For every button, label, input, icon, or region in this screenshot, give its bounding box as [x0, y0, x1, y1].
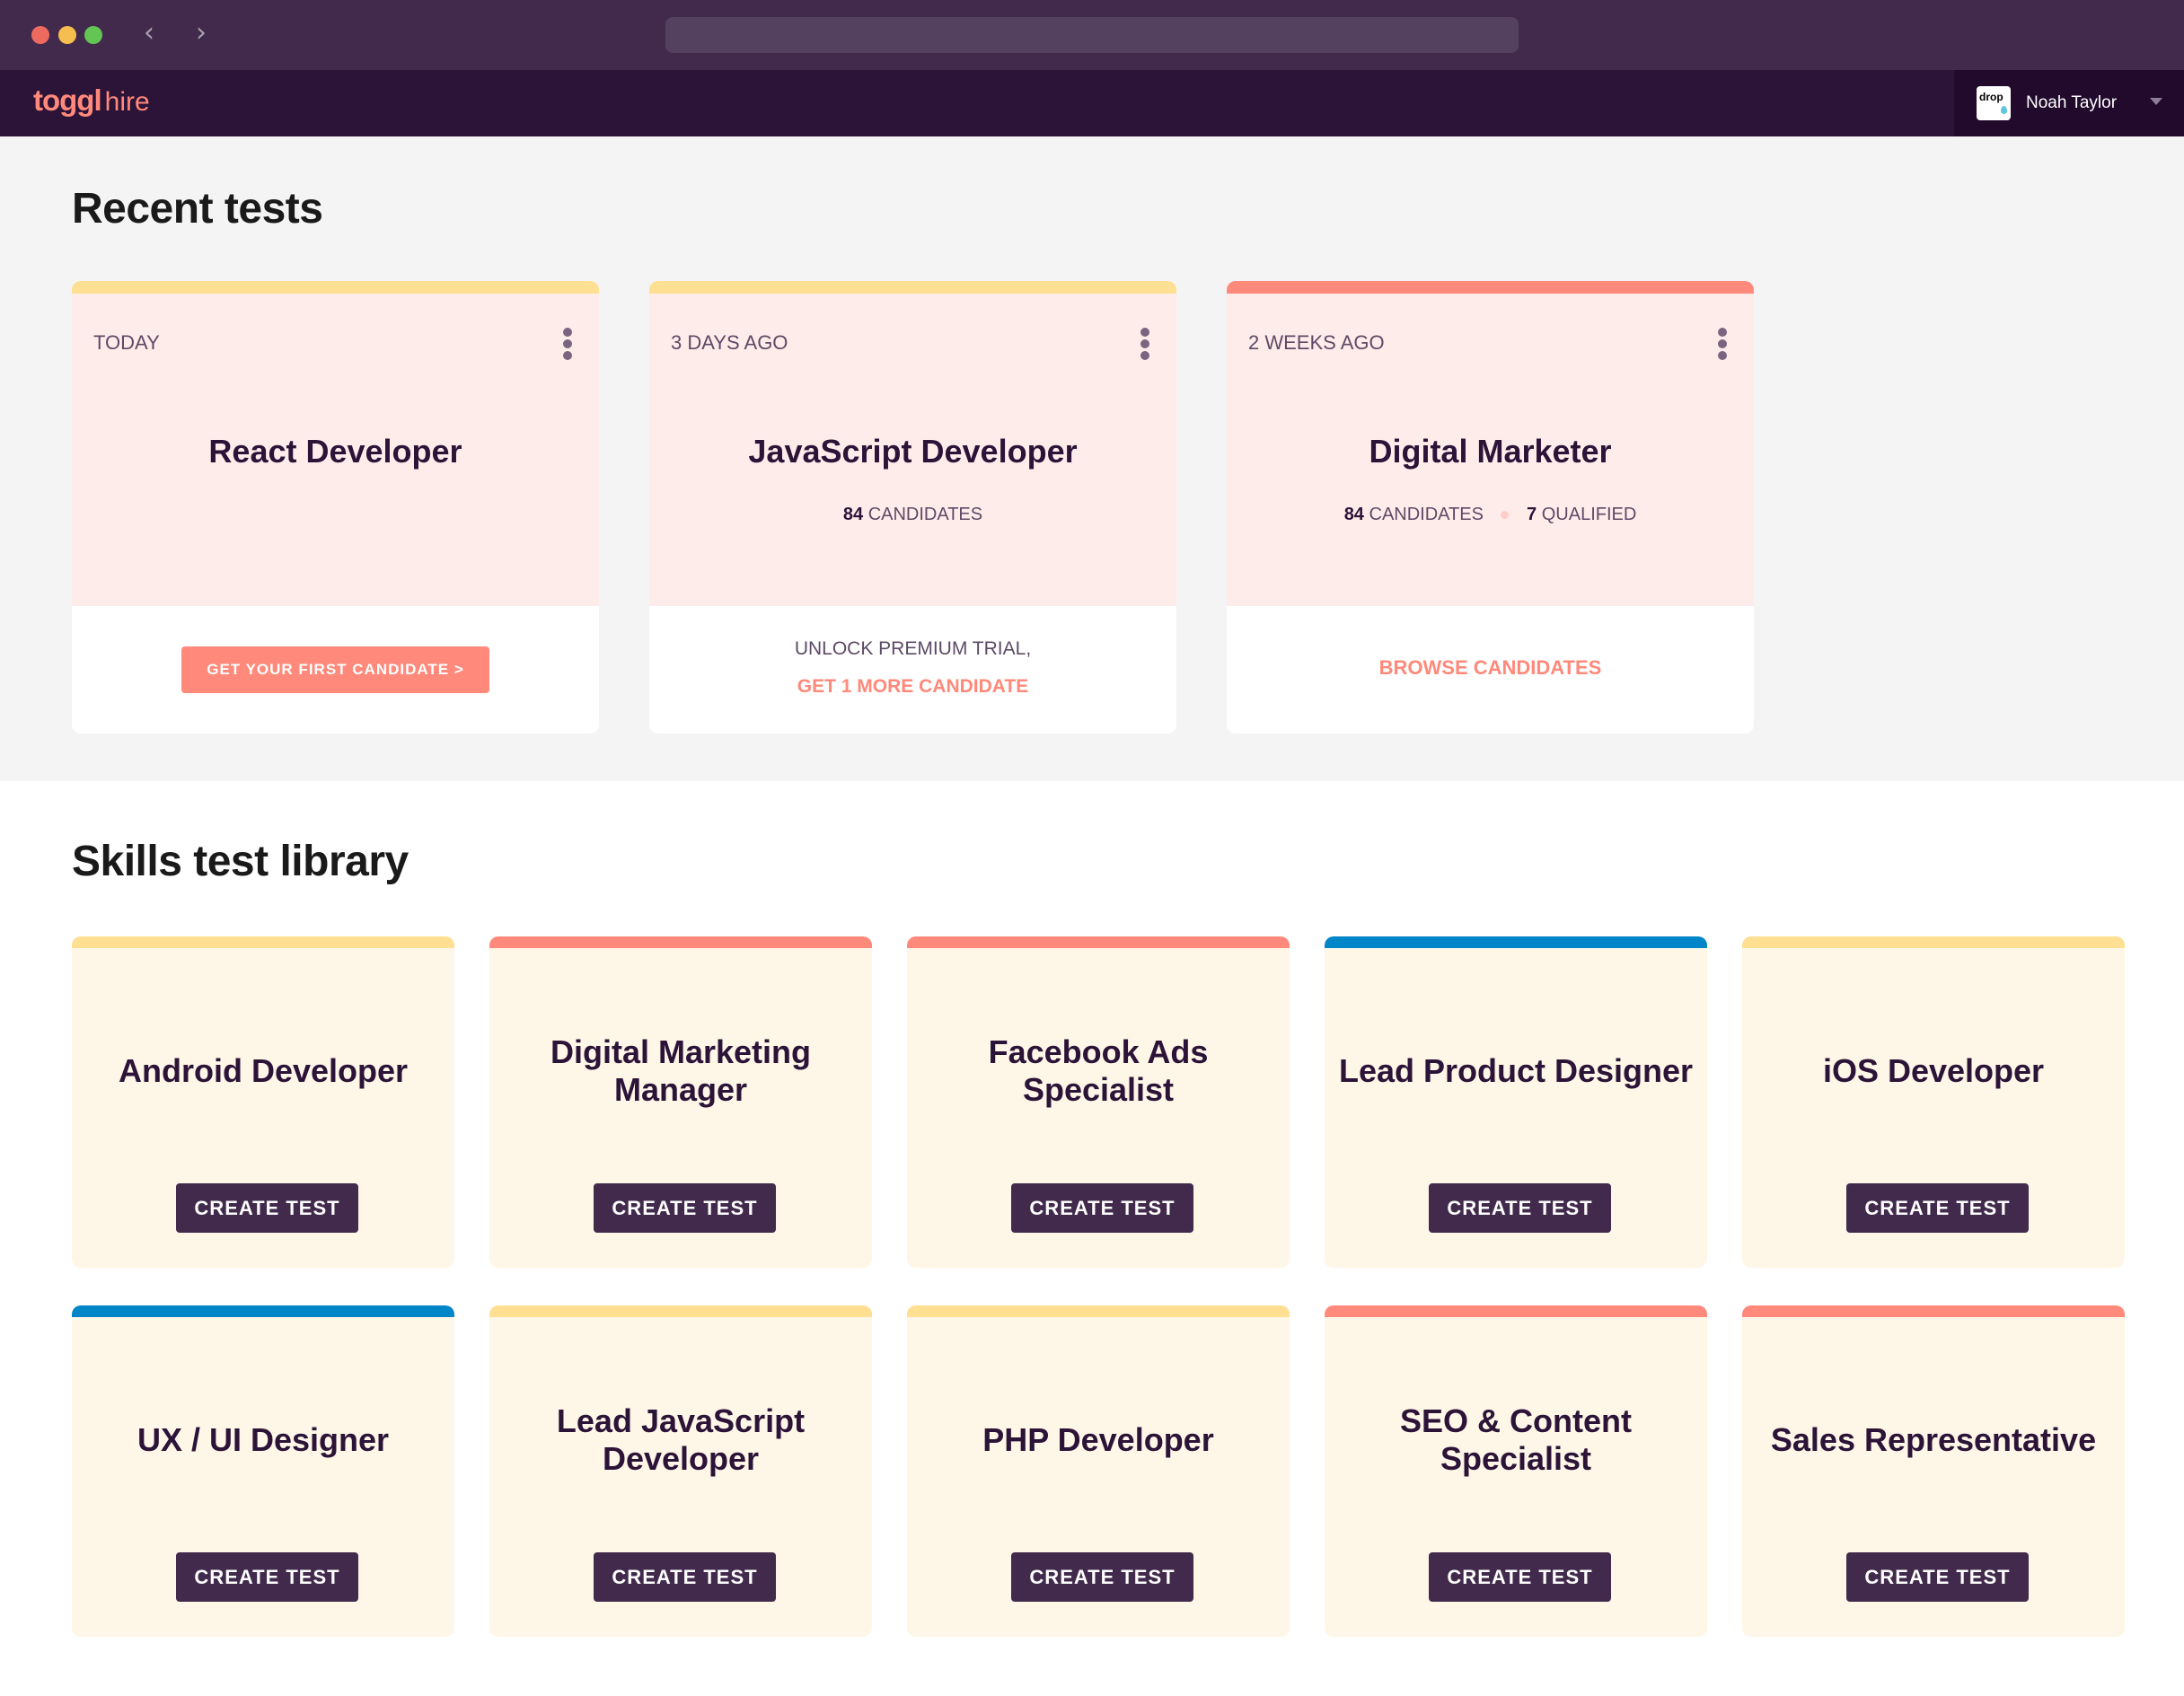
test-stats: 84 CANDIDATES 7 QUALIFIED: [1227, 505, 1754, 525]
toggl-hire-logo[interactable]: toggl hire: [33, 83, 150, 119]
library-test-card[interactable]: Digital Marketing Manager CREATE TEST: [489, 936, 872, 1268]
library-test-card[interactable]: SEO & Content Specialist CREATE TEST: [1325, 1305, 1707, 1637]
test-title: SEO & Content Specialist: [1400, 1402, 1632, 1477]
library-test-card[interactable]: Facebook Ads Specialist CREATE TEST: [907, 936, 1290, 1268]
candidates-label: CANDIDATES: [1369, 505, 1484, 524]
test-name: JavaScript Developer: [748, 433, 1078, 470]
get-first-candidate-button[interactable]: GET YOUR FIRST CANDIDATE >: [181, 646, 489, 693]
card-accent-bar: [1742, 936, 2125, 948]
candidates-count: 84: [1343, 505, 1364, 524]
recent-tests-heading: Recent tests: [72, 185, 323, 233]
test-stats: 84 CANDIDATES: [649, 505, 1176, 525]
card-accent-bar: [1325, 1305, 1707, 1317]
test-date: 3 DAYS AGO: [671, 331, 788, 354]
recent-test-card[interactable]: 3 DAYS AGO JavaScript Developer 84 CANDI…: [649, 281, 1176, 734]
card-body: TODAY React Developer: [72, 294, 599, 606]
logo-brand: toggl: [33, 83, 102, 117]
test-title: Android Developer: [118, 1052, 409, 1089]
test-title: UX / UI Designer: [136, 1421, 390, 1458]
close-window-button[interactable]: [31, 26, 49, 44]
library-test-card[interactable]: Lead Product Designer CREATE TEST: [1325, 936, 1707, 1268]
test-title: PHP Developer: [982, 1421, 1214, 1458]
logo-product: hire: [104, 87, 150, 117]
card-body: 3 DAYS AGO JavaScript Developer 84 CANDI…: [649, 294, 1176, 606]
browser-titlebar: ‹ ›: [0, 0, 2184, 70]
library-test-card[interactable]: iOS Developer CREATE TEST: [1742, 936, 2125, 1268]
card-accent-bar: [1742, 1305, 2125, 1317]
card-footer: UNLOCK PREMIUM TRIAL, GET 1 MORE CANDIDA…: [649, 606, 1176, 734]
recent-test-card[interactable]: TODAY React Developer GET YOUR FIRST CAN…: [72, 281, 599, 734]
card-body: 2 WEEKS AGO Digital Marketer 84 CANDIDAT…: [1227, 294, 1754, 606]
minimize-window-button[interactable]: [58, 26, 76, 44]
library-test-card[interactable]: Lead JavaScript Developer CREATE TEST: [489, 1305, 872, 1637]
card-accent-bar: [907, 936, 1290, 948]
card-accent-bar: [489, 1305, 872, 1317]
test-name: Digital Marketer: [1369, 433, 1612, 470]
card-footer: BROWSE CANDIDATES: [1227, 606, 1754, 734]
create-test-button[interactable]: CREATE TEST: [1429, 1183, 1611, 1233]
candidates-label: CANDIDATES: [867, 505, 983, 524]
create-test-button[interactable]: CREATE TEST: [176, 1183, 358, 1233]
app-header: [0, 70, 2184, 136]
test-title: Lead Product Designer: [1338, 1052, 1694, 1089]
test-title: Facebook Ads Specialist: [988, 1033, 1209, 1108]
avatar-text: drop: [1979, 91, 2003, 103]
create-test-button[interactable]: CREATE TEST: [1429, 1552, 1611, 1602]
create-test-button[interactable]: CREATE TEST: [176, 1552, 358, 1602]
droplet-icon: [2001, 106, 2007, 114]
library-test-card[interactable]: UX / UI Designer CREATE TEST: [72, 1305, 454, 1637]
card-accent-bar: [489, 936, 872, 948]
card-accent-bar: [649, 281, 1176, 294]
card-accent-bar: [72, 281, 599, 294]
create-test-button[interactable]: CREATE TEST: [1011, 1183, 1193, 1233]
card-accent-bar: [907, 1305, 1290, 1317]
create-test-button[interactable]: CREATE TEST: [594, 1552, 776, 1602]
create-test-button[interactable]: CREATE TEST: [1846, 1552, 2029, 1602]
candidates-count: 84: [842, 505, 864, 524]
test-title: Digital Marketing Manager: [550, 1033, 812, 1108]
back-arrow-icon[interactable]: ‹: [144, 20, 154, 47]
maximize-window-button[interactable]: [84, 26, 102, 44]
library-test-card[interactable]: Sales Representative CREATE TEST: [1742, 1305, 2125, 1637]
test-title: Sales Representative: [1770, 1421, 2097, 1458]
address-bar[interactable]: [665, 17, 1519, 53]
forward-arrow-icon[interactable]: ›: [196, 20, 207, 47]
upsell-text: UNLOCK PREMIUM TRIAL,: [794, 638, 1032, 659]
more-options-icon[interactable]: [1716, 328, 1729, 362]
qualified-count: 7: [1527, 505, 1537, 524]
qualified-label: QUALIFIED: [1541, 505, 1637, 524]
separator-dot: [1501, 511, 1510, 520]
card-accent-bar: [1325, 936, 1707, 948]
test-title: iOS Developer: [1822, 1052, 2045, 1089]
company-avatar: drop: [1977, 86, 2011, 120]
skills-library-heading: Skills test library: [72, 838, 409, 885]
more-options-icon[interactable]: [1139, 328, 1151, 362]
card-footer: GET YOUR FIRST CANDIDATE >: [72, 606, 599, 734]
caret-down-icon: [2150, 98, 2162, 105]
library-test-card[interactable]: Android Developer CREATE TEST: [72, 936, 454, 1268]
test-title: Lead JavaScript Developer: [556, 1402, 806, 1477]
library-test-card[interactable]: PHP Developer CREATE TEST: [907, 1305, 1290, 1637]
card-accent-bar: [1227, 281, 1754, 294]
card-accent-bar: [72, 936, 454, 948]
browse-candidates-link[interactable]: BROWSE CANDIDATES: [1227, 656, 1754, 680]
recent-test-card[interactable]: 2 WEEKS AGO Digital Marketer 84 CANDIDAT…: [1227, 281, 1754, 734]
get-more-candidate-link[interactable]: GET 1 MORE CANDIDATE: [649, 676, 1176, 698]
card-accent-bar: [72, 1305, 454, 1317]
test-date: 2 WEEKS AGO: [1248, 331, 1385, 354]
user-name: Noah Taylor: [2026, 93, 2118, 112]
create-test-button[interactable]: CREATE TEST: [1011, 1552, 1193, 1602]
more-options-icon[interactable]: [561, 328, 574, 362]
create-test-button[interactable]: CREATE TEST: [594, 1183, 776, 1233]
test-date: TODAY: [93, 331, 160, 354]
user-menu[interactable]: drop Noah Taylor: [1954, 70, 2184, 136]
create-test-button[interactable]: CREATE TEST: [1846, 1183, 2029, 1233]
test-name: React Developer: [208, 433, 462, 470]
